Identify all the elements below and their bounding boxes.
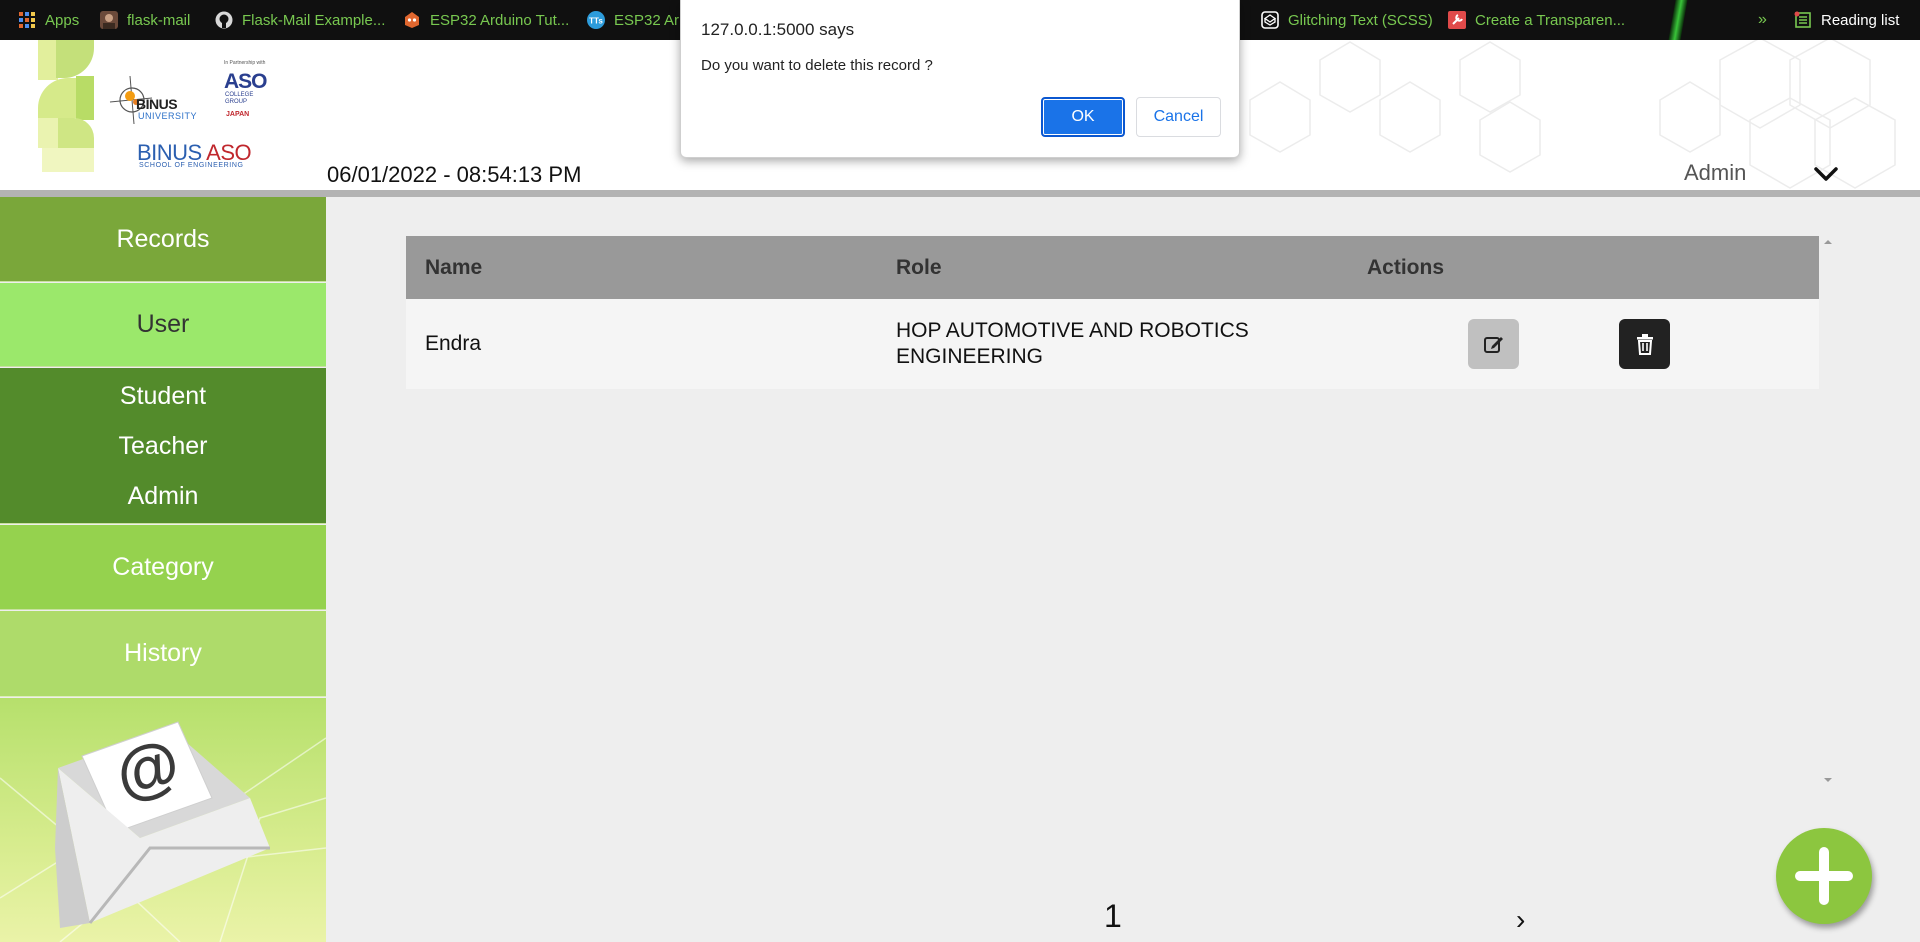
bookmark-label: ESP32 Arduino Tut... [430, 11, 570, 29]
dialog-title: 127.0.0.1:5000 says [701, 20, 855, 39]
bookmark-glitching-text[interactable]: Glitching Text (SCSS) [1261, 0, 1433, 40]
pagination-current-page[interactable]: 1 [1104, 898, 1122, 935]
bookmark-esp32-ar[interactable]: TTs ESP32 Ar [587, 0, 679, 40]
confirm-delete-dialog: 127.0.0.1:5000 says Do you want to delet… [680, 0, 1240, 158]
edit-button[interactable] [1468, 319, 1519, 369]
codepen-icon [1261, 11, 1279, 29]
cell-name: Endra [425, 332, 482, 355]
logo-mosaic [38, 40, 94, 172]
chevron-down-icon[interactable] [1812, 160, 1840, 188]
university-wordmark: UNIVERSITY [138, 111, 198, 121]
column-header-role[interactable]: Role [896, 256, 942, 280]
cell-role-line2: ENGINEERING [896, 345, 1044, 368]
bookmark-flask-mail-example[interactable]: Flask-Mail Example... [215, 0, 385, 40]
trash-icon [1636, 334, 1653, 355]
sidebar-item-user[interactable]: User [0, 283, 326, 367]
sidebar: Records User Student Teacher Admin Categ… [0, 197, 326, 942]
delete-button[interactable] [1619, 319, 1670, 369]
bookmark-label: Glitching Text (SCSS) [1288, 11, 1433, 29]
current-datetime: 06/01/2022 - 08:54:13 PM [327, 162, 582, 187]
sidebar-illustration: @ [0, 698, 326, 942]
reading-list-label: Reading list [1821, 11, 1900, 29]
envelope-email-icon: @ [0, 721, 326, 942]
dialog-cancel-button[interactable]: Cancel [1136, 97, 1221, 137]
user-table: Name Role Actions Endra HOP AUTOMOTIVE A… [406, 236, 1819, 389]
user-menu-label[interactable]: Admin [1684, 160, 1746, 186]
bookmark-label: Create a Transparen... [1475, 11, 1626, 29]
bookmark-label: ESP32 Ar [614, 11, 680, 29]
sidebar-submenu-user: Student Teacher Admin [0, 368, 326, 524]
aso-japan: JAPAN [226, 111, 250, 118]
column-header-name[interactable]: Name [425, 256, 482, 280]
column-header-actions: Actions [1367, 256, 1445, 279]
wrench-icon [1448, 11, 1466, 29]
decorative-streak [1668, 0, 1688, 40]
table-header: Name Role Actions [406, 236, 1819, 299]
scroll-down-arrow-icon[interactable] [1824, 776, 1832, 784]
svg-text:TTs: TTs [589, 17, 603, 26]
binus-wordmark: BINUS [136, 96, 178, 112]
plus-icon [1795, 847, 1853, 905]
apps-grid-icon [18, 11, 36, 29]
reading-list-icon [1794, 11, 1812, 29]
reading-list-button[interactable]: Reading list [1794, 0, 1899, 40]
sidebar-item-admin[interactable]: Admin [0, 482, 326, 511]
aso-subtitle: COLLEGE GROUP [225, 92, 254, 105]
bookmarks-overflow-button[interactable]: » [1758, 0, 1767, 40]
add-record-button[interactable] [1776, 828, 1872, 924]
bookmark-esp32-arduino[interactable]: ESP32 Arduino Tut... [403, 0, 569, 40]
bookmark-label: Apps [45, 11, 80, 29]
github-icon [215, 11, 233, 29]
pagination-next-button[interactable]: › [1516, 904, 1525, 936]
bookmark-label: flask-mail [127, 11, 191, 29]
bookmark-flask-mail[interactable]: flask-mail [100, 0, 190, 40]
avatar-icon [100, 11, 118, 29]
dialog-ok-button[interactable]: OK [1041, 97, 1125, 137]
school-of-engineering: SCHOOL OF ENGINEERING [139, 162, 244, 169]
table-row: Endra HOP AUTOMOTIVE AND ROBOTICS ENGINE… [406, 299, 1819, 389]
dialog-message: Do you want to delete this record ? [701, 57, 933, 74]
sidebar-item-category[interactable]: Category [0, 525, 326, 610]
sidebar-item-records[interactable]: Records [0, 197, 326, 282]
tts-icon: TTs [587, 11, 605, 29]
sidebar-item-history[interactable]: History [0, 611, 326, 697]
cell-role-line1: HOP AUTOMOTIVE AND ROBOTICS [896, 319, 1249, 342]
edit-icon [1483, 337, 1503, 353]
bookmark-apps[interactable]: Apps [18, 0, 79, 40]
partner-text: In Partnership with [224, 60, 266, 66]
robot-icon [403, 11, 421, 29]
bookmark-label: Flask-Mail Example... [242, 11, 386, 29]
overflow-label: » [1758, 11, 1767, 28]
scroll-up-arrow-icon[interactable] [1824, 238, 1832, 246]
header-divider [0, 190, 1920, 197]
sidebar-item-teacher[interactable]: Teacher [0, 432, 326, 461]
aso-wordmark: ASO [224, 70, 268, 93]
sidebar-item-student[interactable]: Student [0, 382, 326, 411]
bookmark-create-transparent[interactable]: Create a Transparen... [1448, 0, 1625, 40]
